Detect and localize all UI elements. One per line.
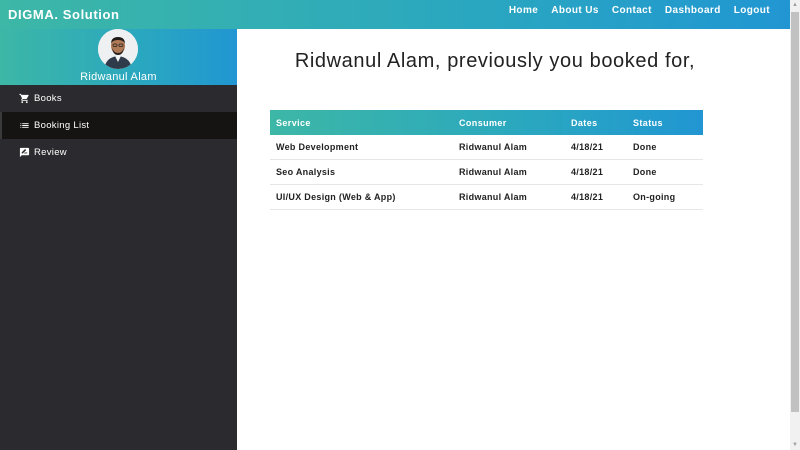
sidebar-item-label: Books xyxy=(34,93,62,104)
scroll-down-arrow-icon[interactable]: ▼ xyxy=(790,440,800,450)
sidebar-item-label: Review xyxy=(34,147,67,158)
nav-link-dashboard[interactable]: Dashboard xyxy=(665,5,721,16)
cell-date: 4/18/21 xyxy=(571,167,604,177)
cell-consumer: Ridwanul Alam xyxy=(459,192,528,202)
cell-status: Done xyxy=(633,167,657,177)
column-header-consumer: Consumer xyxy=(459,117,507,128)
bookings-table: Service Consumer Dates Status Web Develo… xyxy=(270,110,703,210)
rate-review-icon xyxy=(18,147,30,159)
cell-date: 4/18/21 xyxy=(571,192,604,202)
nav-link-home[interactable]: Home xyxy=(509,5,538,16)
sidebar-item-booking-list[interactable]: Booking List xyxy=(0,112,237,139)
sidebar: Ridwanul Alam Books Booking List Review xyxy=(0,29,237,450)
scrollbar-thumb[interactable] xyxy=(791,12,799,412)
cell-consumer: Ridwanul Alam xyxy=(459,167,528,177)
profile-card: Ridwanul Alam xyxy=(0,29,237,85)
cell-status: Done xyxy=(633,142,657,152)
sidebar-item-label: Booking List xyxy=(34,120,90,131)
cell-date: 4/18/21 xyxy=(571,142,604,152)
table-header: Service Consumer Dates Status xyxy=(270,110,703,135)
scroll-up-arrow-icon[interactable]: ▲ xyxy=(790,0,800,10)
cell-service: UI/UX Design (Web & App) xyxy=(276,192,396,202)
table-row: Seo Analysis Ridwanul Alam 4/18/21 Done xyxy=(270,160,703,185)
table-row: Web Development Ridwanul Alam 4/18/21 Do… xyxy=(270,135,703,160)
cell-service: Seo Analysis xyxy=(276,167,336,177)
sidebar-item-review[interactable]: Review xyxy=(0,139,237,166)
vertical-scrollbar[interactable]: ▲ ▼ xyxy=(790,0,800,450)
sidebar-item-books[interactable]: Books xyxy=(0,85,237,112)
page-title: Ridwanul Alam, previously you booked for… xyxy=(294,50,696,72)
cart-icon xyxy=(18,93,30,105)
profile-name: Ridwanul Alam xyxy=(80,71,157,83)
list-icon xyxy=(18,120,30,132)
column-header-status: Status xyxy=(633,117,663,128)
column-header-service: Service xyxy=(276,117,311,128)
nav-links: Home About Us Contact Dashboard Logout xyxy=(496,5,770,16)
avatar xyxy=(98,29,138,69)
cell-status: On-going xyxy=(633,192,676,202)
nav-link-logout[interactable]: Logout xyxy=(734,5,770,16)
nav-link-about-us[interactable]: About Us xyxy=(551,5,599,16)
cell-service: Web Development xyxy=(276,142,359,152)
top-navbar: DIGMA. Solution Home About Us Contact Da… xyxy=(0,0,790,29)
main-content: Ridwanul Alam, previously you booked for… xyxy=(237,29,790,450)
brand-logo[interactable]: DIGMA. Solution xyxy=(8,7,120,22)
cell-consumer: Ridwanul Alam xyxy=(459,142,528,152)
nav-link-contact[interactable]: Contact xyxy=(612,5,652,16)
column-header-dates: Dates xyxy=(571,117,598,128)
table-row: UI/UX Design (Web & App) Ridwanul Alam 4… xyxy=(270,185,703,210)
user-photo-icon xyxy=(98,29,138,69)
